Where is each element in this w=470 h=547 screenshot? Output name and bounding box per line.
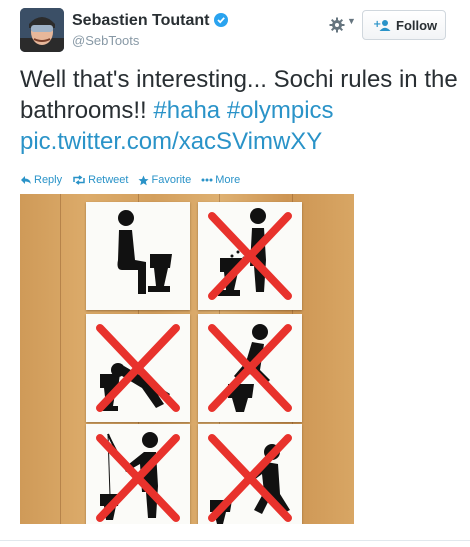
chevron-down-icon: ▼ [347, 16, 356, 26]
media-link[interactable]: pic.twitter.com/xacSVimwXY [20, 128, 322, 155]
retweet-label: Retweet [88, 174, 129, 186]
wood-plank-seam [60, 194, 61, 524]
more-dots-icon [201, 178, 213, 182]
sign-fish-in-toilet [86, 424, 190, 524]
tweet-actions: Reply Retweet Favorite More [20, 174, 240, 186]
display-name[interactable]: Sebastien Toutant [72, 12, 228, 30]
more-options-button[interactable]: ▼ [329, 15, 359, 37]
reply-button[interactable]: Reply [20, 174, 62, 186]
more-button[interactable]: More [201, 174, 240, 186]
avatar[interactable] [20, 8, 64, 52]
sign-drink-from-toilet [86, 314, 190, 422]
add-user-icon: + [373, 19, 391, 31]
retweet-icon [73, 175, 85, 185]
divider [0, 540, 470, 541]
gear-icon [329, 17, 345, 33]
tweet-photo[interactable] [20, 194, 354, 524]
avatar-photo-icon [20, 8, 64, 52]
star-icon [138, 175, 149, 185]
sign-squat-on-toilet [198, 314, 302, 422]
verified-badge-icon [213, 13, 228, 27]
hashtag-link[interactable]: #olympics [227, 97, 334, 124]
user-handle[interactable]: @SebToots [72, 33, 139, 48]
tweet-text: Well that's interesting... Sochi rules i… [20, 64, 460, 157]
follow-button[interactable]: + Follow [362, 10, 446, 40]
fish-in-toilet-icon [96, 432, 180, 522]
retweet-button[interactable]: Retweet [72, 174, 128, 186]
svg-text:+: + [373, 19, 381, 30]
follow-label: Follow [396, 18, 438, 33]
sign-stand-on-toilet [198, 202, 302, 310]
sign-clean-toilet-from-floor [198, 424, 302, 524]
reply-label: Reply [34, 174, 63, 186]
sit-on-toilet-icon [117, 210, 172, 294]
sign-sit-on-toilet [86, 202, 190, 310]
display-name-text: Sebastien Toutant [72, 12, 210, 29]
hashtag-link[interactable]: #haha [153, 97, 220, 124]
reply-icon [21, 176, 31, 184]
squat-on-toilet-icon [208, 324, 292, 412]
favorite-button[interactable]: Favorite [138, 174, 191, 186]
drink-from-toilet-icon [96, 324, 180, 412]
stand-on-toilet-icon [208, 208, 292, 300]
favorite-label: Favorite [151, 174, 192, 186]
tweet-card: Sebastien Toutant @SebToots ▼ + Follow W… [0, 0, 470, 547]
more-label: More [215, 174, 241, 186]
clean-toilet-from-floor-icon [208, 434, 292, 524]
